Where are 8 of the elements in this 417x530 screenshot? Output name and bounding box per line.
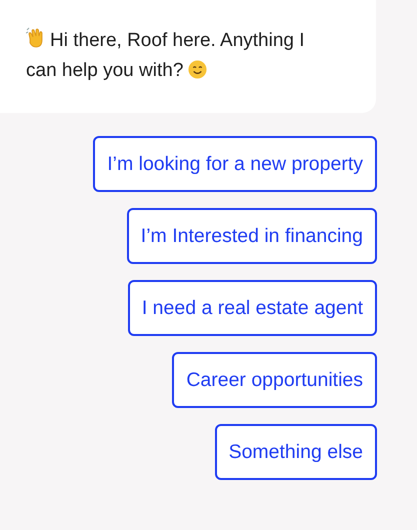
- quick-reply-button[interactable]: I’m Interested in financing: [126, 208, 377, 264]
- quick-reply-button[interactable]: I’m looking for a new property: [93, 136, 377, 192]
- message-text: can help you with?: [26, 60, 184, 81]
- message-text: Hi there, Roof here. Anything I: [50, 30, 305, 51]
- quick-reply-button[interactable]: Career opportunities: [172, 352, 377, 408]
- smiley-icon: [188, 60, 208, 79]
- quick-reply-button[interactable]: Something else: [214, 424, 377, 480]
- quick-reply-button[interactable]: I need a real estate agent: [128, 280, 377, 336]
